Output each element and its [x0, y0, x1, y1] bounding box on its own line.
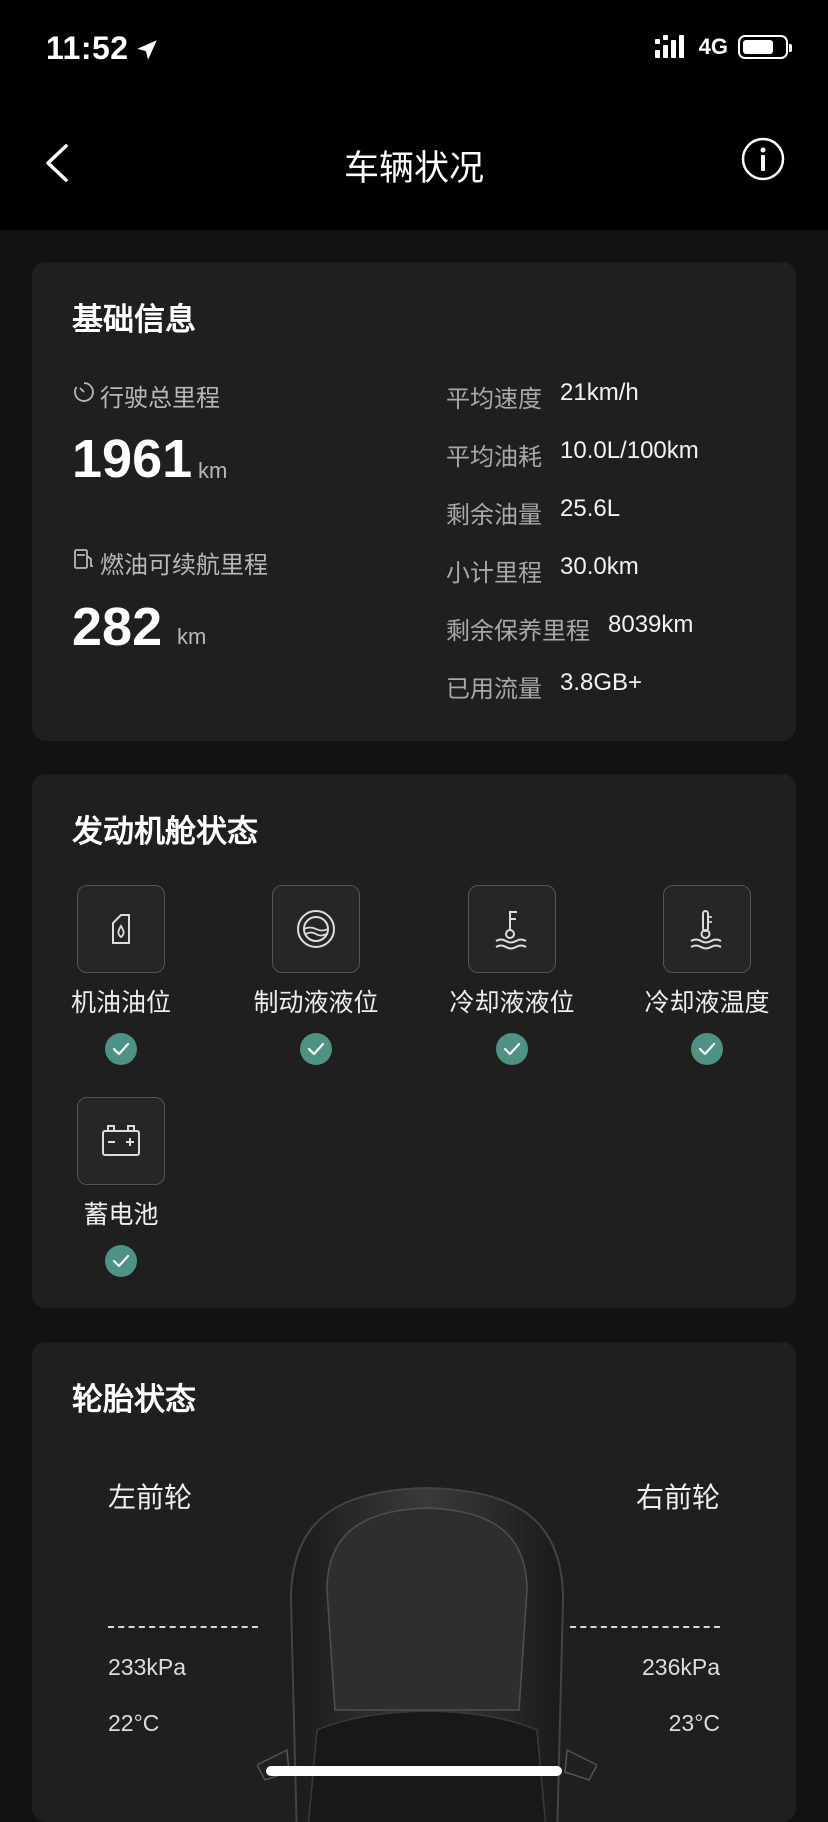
stat-data-usage: 已用流量 3.8GB+	[446, 669, 643, 703]
front-right-temp: 23°C	[668, 1710, 720, 1736]
check-icon	[691, 1033, 723, 1065]
engine-item-brake-fluid[interactable]: 制动液液位	[241, 885, 391, 1065]
status-bar: 11:52 4G	[0, 0, 828, 100]
engine-item-label: 机油油位	[70, 989, 171, 1017]
info-icon[interactable]	[740, 136, 786, 182]
fuel-range-value: 282	[72, 597, 163, 657]
battery-level	[743, 40, 773, 54]
fuel-range-unit: km	[177, 624, 207, 649]
engine-item-label: 蓄电池	[83, 1201, 159, 1229]
signal-icon	[654, 35, 684, 58]
check-icon	[105, 1245, 137, 1277]
stat-avg-speed: 平均速度 21km/h	[446, 379, 639, 413]
front-right-pressure: 236kPa	[641, 1654, 720, 1680]
check-icon	[300, 1033, 332, 1065]
front-right-divider	[570, 1626, 720, 1628]
stat-maintenance: 剩余保养里程 8039km	[446, 611, 694, 645]
status-time: 11:52	[46, 30, 129, 66]
coolant-level-icon	[495, 911, 527, 950]
page-title: 车辆状况	[343, 149, 484, 188]
engine-item-label: 制动液液位	[253, 989, 379, 1017]
total-mileage-label: 行驶总里程	[100, 385, 220, 412]
stat-remaining-fuel: 剩余油量 25.6L	[446, 495, 621, 529]
engine-item-coolant-level[interactable]: 冷却液液位	[437, 885, 587, 1065]
stat-trip: 小计里程 30.0km	[446, 553, 639, 587]
fuel-range-label: 燃油可续航里程	[100, 552, 268, 579]
engine-status-title: 发动机舱状态	[72, 814, 258, 849]
stat-avg-fuel: 平均油耗 10.0L/100km	[446, 437, 699, 471]
basic-info-title: 基础信息	[72, 302, 196, 337]
front-left-tire-label: 左前轮	[108, 1482, 193, 1513]
oil-can-icon	[112, 914, 130, 944]
front-left-temp: 22°C	[108, 1710, 160, 1736]
front-left-divider	[108, 1626, 258, 1628]
tire-status-card: 轮胎状态 左前轮 233kPa 22°C 右前轮 236kPa 23°C	[32, 1342, 796, 1822]
engine-item-label: 冷却液温度	[644, 989, 770, 1017]
front-right-tire-label: 右前轮	[635, 1482, 720, 1513]
battery-icon	[102, 1125, 140, 1156]
engine-item-oil[interactable]: 机油油位	[46, 885, 196, 1065]
engine-item-battery[interactable]: 蓄电池	[46, 1097, 196, 1277]
check-icon	[496, 1033, 528, 1065]
brake-fluid-icon	[297, 910, 335, 948]
status-indicators: 4G	[653, 34, 792, 60]
nav-bar: 车辆状况	[0, 100, 828, 230]
front-left-pressure: 233kPa	[108, 1654, 187, 1680]
engine-item-coolant-temp[interactable]: 冷却液温度	[632, 885, 782, 1065]
odometer-icon	[74, 382, 94, 402]
tire-status-title: 轮胎状态	[72, 1382, 196, 1417]
total-mileage-unit: km	[198, 458, 228, 483]
fuel-pump-icon	[74, 549, 93, 569]
home-indicator[interactable]	[266, 1766, 562, 1776]
coolant-temp-icon	[690, 910, 722, 950]
check-icon	[105, 1033, 137, 1065]
location-arrow-icon	[137, 40, 157, 60]
engine-item-label: 冷却液液位	[449, 989, 575, 1017]
battery-icon	[738, 35, 792, 59]
engine-status-card: 发动机舱状态 机油油位 制动液液位 冷却液液位 冷却液温度 蓄电池	[32, 774, 796, 1308]
network-type: 4G	[698, 34, 728, 59]
total-mileage-value: 1961	[72, 429, 193, 489]
basic-info-card: 基础信息 行驶总里程 1961 km 燃油可续航里程 282 km 平均速度 21…	[32, 262, 796, 741]
